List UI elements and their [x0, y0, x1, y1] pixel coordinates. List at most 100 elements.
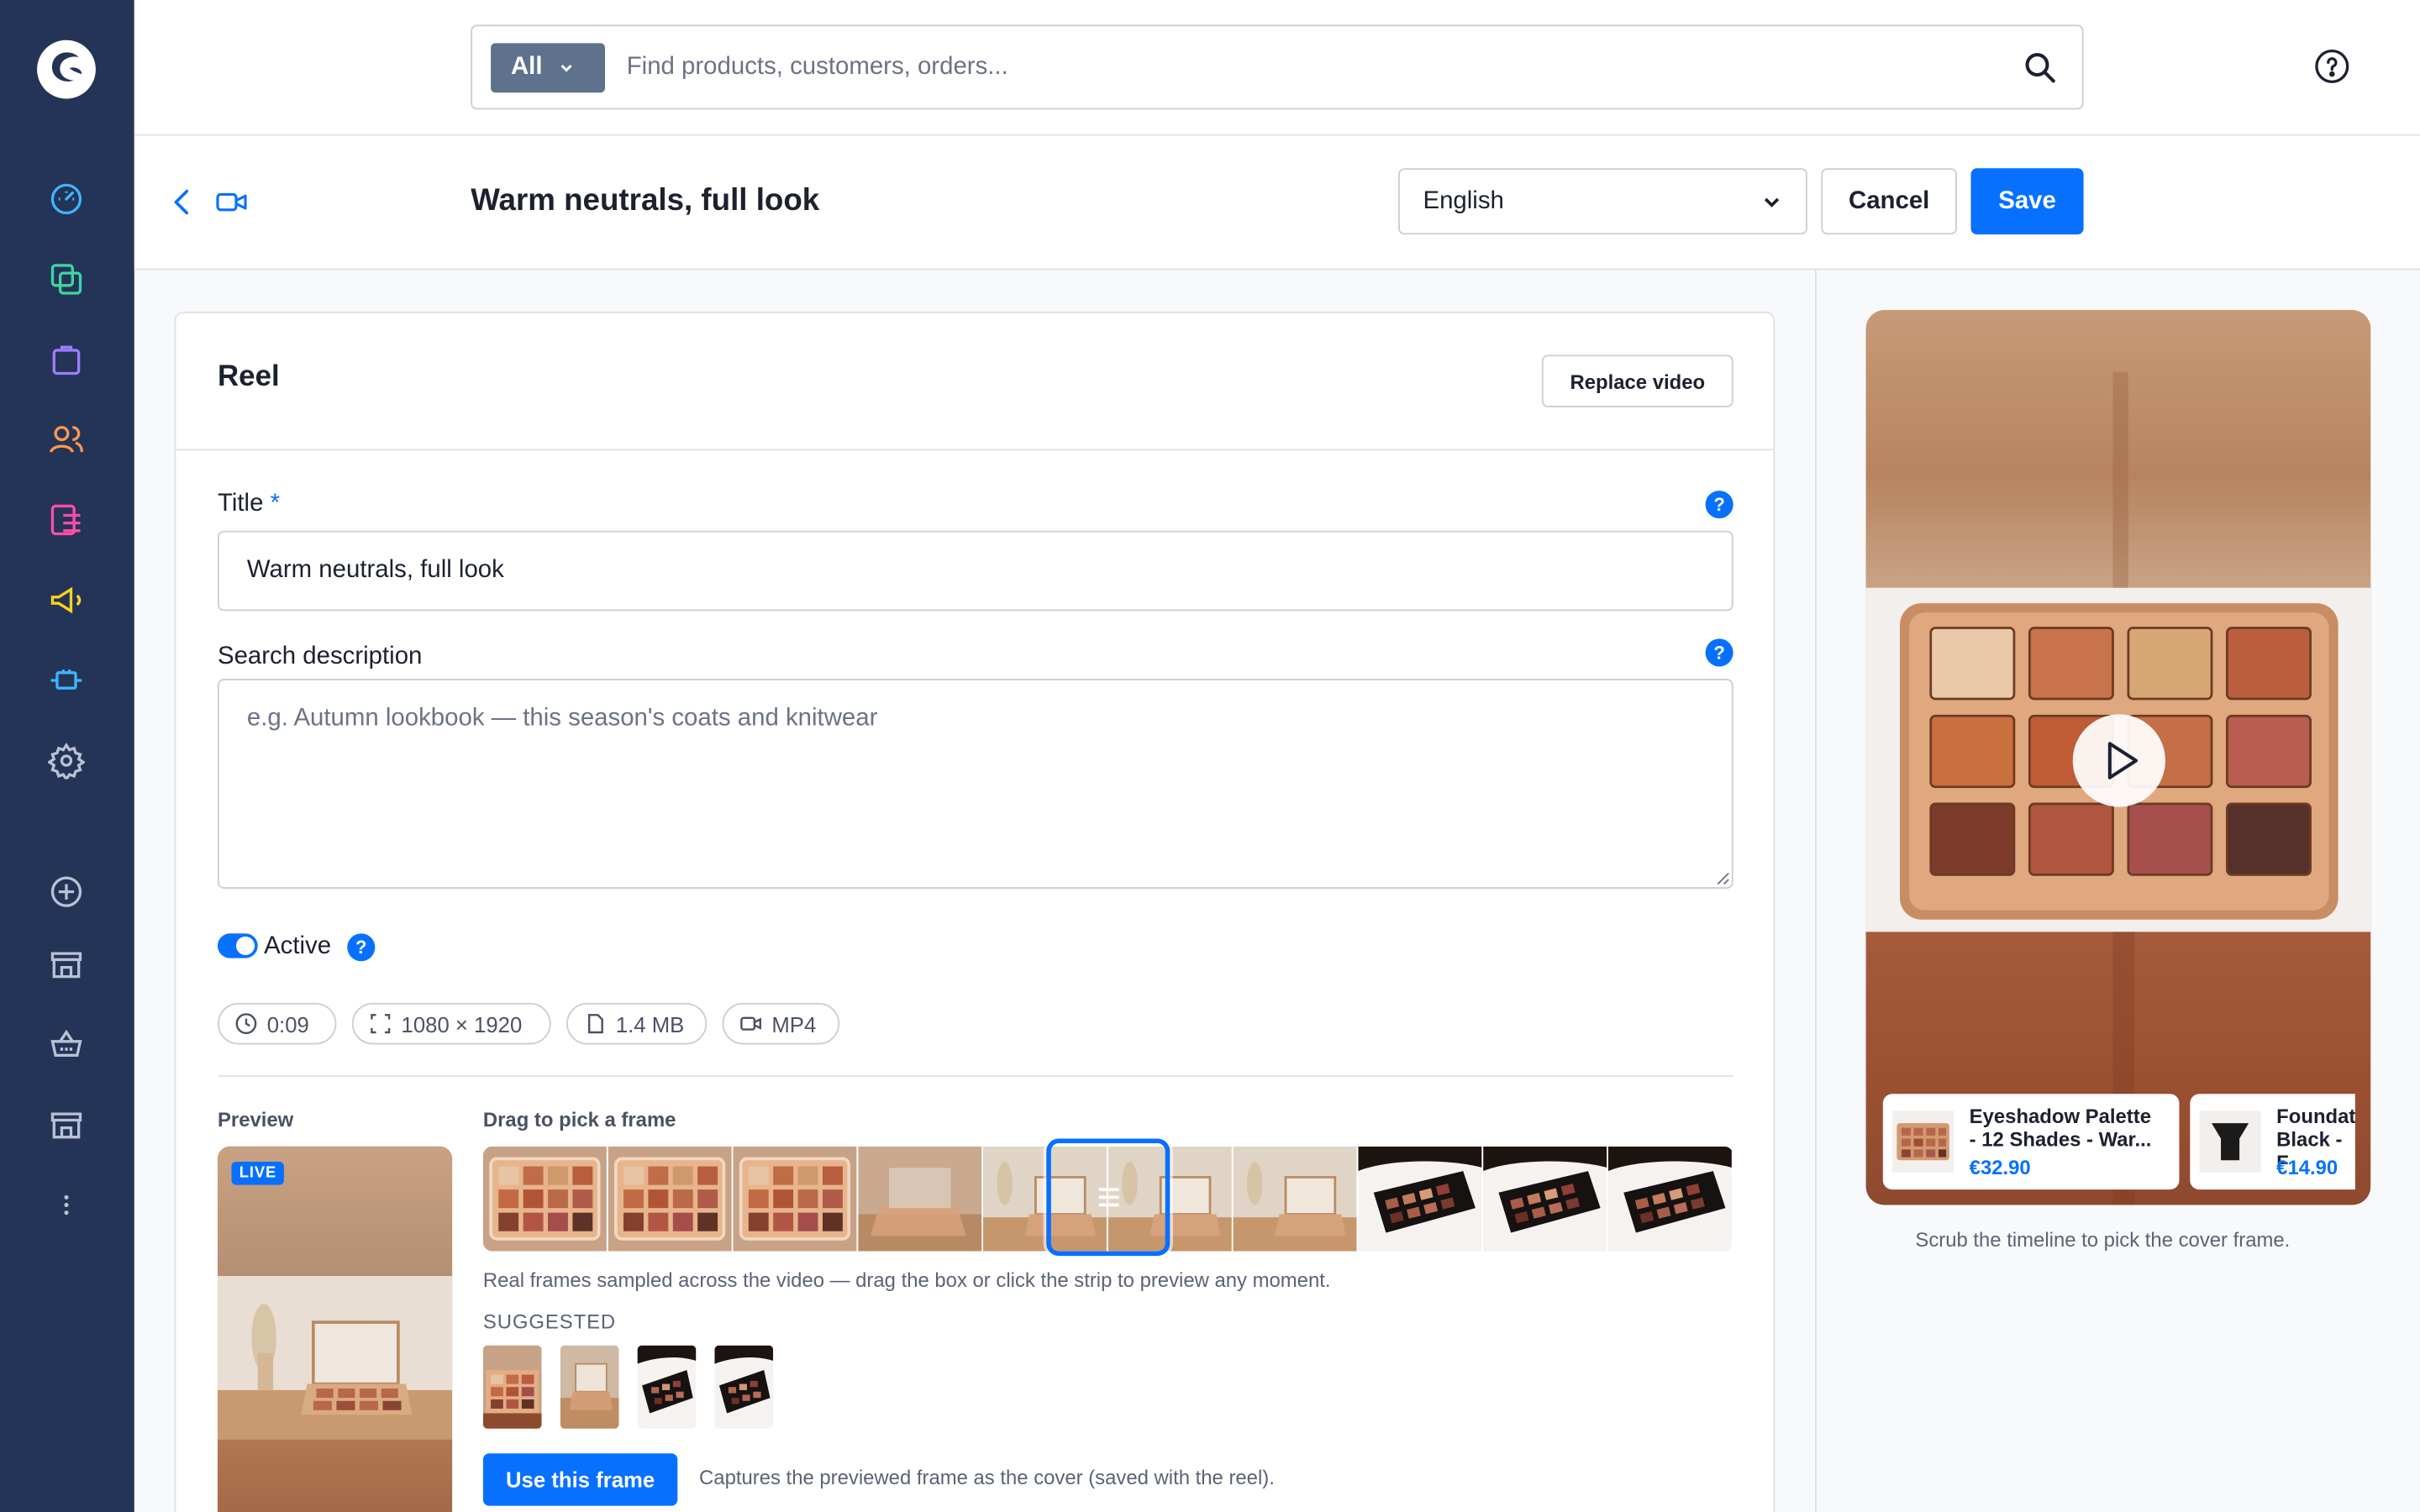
card-divider [176, 449, 1774, 451]
shop-icon[interactable] [46, 1105, 87, 1145]
required-mark: * [270, 491, 281, 517]
strip-help-text: Real frames sampled across the video — d… [482, 1268, 1331, 1292]
active-help-icon[interactable]: ? [347, 933, 376, 962]
duration-chip: 0:09 [217, 1002, 337, 1045]
title-help-icon[interactable]: ? [1705, 491, 1733, 519]
expand-icon [371, 1014, 391, 1034]
panel-divider [1815, 270, 1817, 1512]
back-icon[interactable] [168, 186, 196, 218]
resolution-value: 1080 × 1920 [401, 1011, 523, 1037]
description-label: Search description [217, 643, 423, 670]
content-icon[interactable] [46, 500, 87, 540]
card-title: Reel [217, 360, 280, 394]
strip-frame[interactable] [1358, 1146, 1484, 1252]
duration-value: 0:09 [266, 1011, 309, 1037]
format-value: MP4 [771, 1011, 817, 1037]
language-select-value: English [1423, 187, 1504, 214]
sidebar [0, 0, 134, 1512]
suggested-frame[interactable] [482, 1345, 542, 1429]
format-chip: MP4 [722, 1002, 840, 1045]
basket-icon[interactable] [46, 1025, 87, 1065]
orders-icon[interactable] [46, 339, 87, 380]
strip-frame[interactable] [482, 1146, 608, 1252]
product-name: Eyeshadow Palette - 12 Shades - War... [1970, 1105, 2152, 1151]
preview-blur-bottom [217, 1439, 453, 1512]
global-search: All [471, 24, 2084, 110]
product-thumbnail [1891, 1110, 1954, 1173]
scrub-help-text: Scrub the timeline to pick the cover fra… [1915, 1228, 2291, 1252]
suggested-frame[interactable] [714, 1345, 774, 1429]
strip-frame[interactable] [858, 1146, 984, 1252]
replace-video-button[interactable]: Replace video [1541, 354, 1733, 407]
phone-blur-top [1865, 310, 2371, 588]
more-icon[interactable] [46, 1185, 87, 1226]
dashboard-icon[interactable] [46, 179, 87, 219]
help-icon[interactable] [2313, 48, 2350, 85]
frame-selector-handle[interactable] [1046, 1138, 1171, 1257]
video-preview[interactable]: LIVE [217, 1146, 453, 1512]
product-name-line: Eyeshadow Palette [1969, 1105, 2152, 1128]
topbar: All [134, 0, 2420, 136]
description-textarea[interactable] [217, 679, 1733, 889]
play-icon [2107, 742, 2139, 780]
resize-grip-icon[interactable] [1716, 872, 1730, 886]
play-button[interactable] [2072, 714, 2165, 807]
blur-stripe [2112, 371, 2128, 588]
cancel-button[interactable]: Cancel [1821, 168, 1957, 235]
strip-frame[interactable] [1607, 1146, 1733, 1252]
palette-pan [2226, 802, 2312, 876]
description-help-icon[interactable]: ? [1705, 638, 1733, 667]
product-thumbnail [2199, 1110, 2261, 1173]
active-label: Active [264, 933, 332, 960]
strip-frame[interactable] [608, 1146, 734, 1252]
catalog-icon[interactable] [46, 260, 87, 300]
palette-pan [2226, 714, 2312, 789]
search-scope-dropdown[interactable]: All [491, 43, 606, 93]
video-icon [216, 192, 247, 212]
live-badge: LIVE [231, 1162, 285, 1185]
strip-frame[interactable] [1233, 1146, 1359, 1252]
clock-icon [235, 1013, 257, 1035]
palette-scene-image [217, 1275, 453, 1440]
logo-icon[interactable] [34, 37, 98, 102]
video-icon [740, 1016, 761, 1031]
product-card[interactable]: Foundat Black - F €14.90 [2190, 1094, 2355, 1190]
title-input[interactable] [217, 530, 1733, 612]
save-button[interactable]: Save [1970, 168, 2084, 235]
product-card[interactable]: Eyeshadow Palette - 12 Shades - War... €3… [1882, 1094, 2180, 1190]
customers-icon[interactable] [46, 420, 87, 460]
settings-icon[interactable] [46, 741, 87, 781]
title-label: Title * [218, 491, 280, 518]
storefront-icon[interactable] [46, 944, 87, 984]
file-icon [587, 1014, 603, 1034]
page-title: Warm neutrals, full look [471, 183, 820, 218]
marketing-icon[interactable] [46, 580, 87, 621]
suggested-frame[interactable] [560, 1345, 619, 1429]
title-label-text: Title [217, 491, 264, 517]
search-input[interactable] [626, 47, 1986, 88]
language-select[interactable]: English [1398, 168, 1807, 235]
palette-pan [2127, 802, 2213, 876]
use-frame-help-text: Captures the previewed frame as the cove… [699, 1465, 1275, 1489]
reel-card: Reel Replace video Title * ? Search desc… [174, 312, 1776, 1512]
size-value: 1.4 MB [615, 1011, 685, 1037]
strip-frame[interactable] [1483, 1146, 1608, 1252]
palette-pan [2127, 627, 2213, 701]
drag-handle-icon [1098, 1188, 1119, 1207]
use-this-frame-button[interactable]: Use this frame [482, 1453, 678, 1506]
active-toggle[interactable] [217, 933, 258, 958]
suggested-frame[interactable] [637, 1345, 697, 1429]
strip-frame[interactable] [733, 1146, 859, 1252]
add-sales-channel-icon[interactable] [46, 872, 87, 912]
chevron-down-icon [1764, 197, 1780, 207]
product-name-line: - 12 Shades - War... [1969, 1127, 2152, 1152]
chevron-down-icon [561, 65, 573, 72]
preview-label: Preview [217, 1107, 294, 1131]
product-price: €14.90 [2276, 1155, 2338, 1179]
search-icon[interactable] [2023, 51, 2057, 85]
palette-pan [2028, 802, 2114, 876]
product-name-line: Foundat [2276, 1105, 2355, 1128]
resolution-chip: 1080 × 1920 [351, 1002, 551, 1045]
product-price: €32.90 [1969, 1155, 2031, 1179]
extensions-icon[interactable] [46, 660, 87, 701]
